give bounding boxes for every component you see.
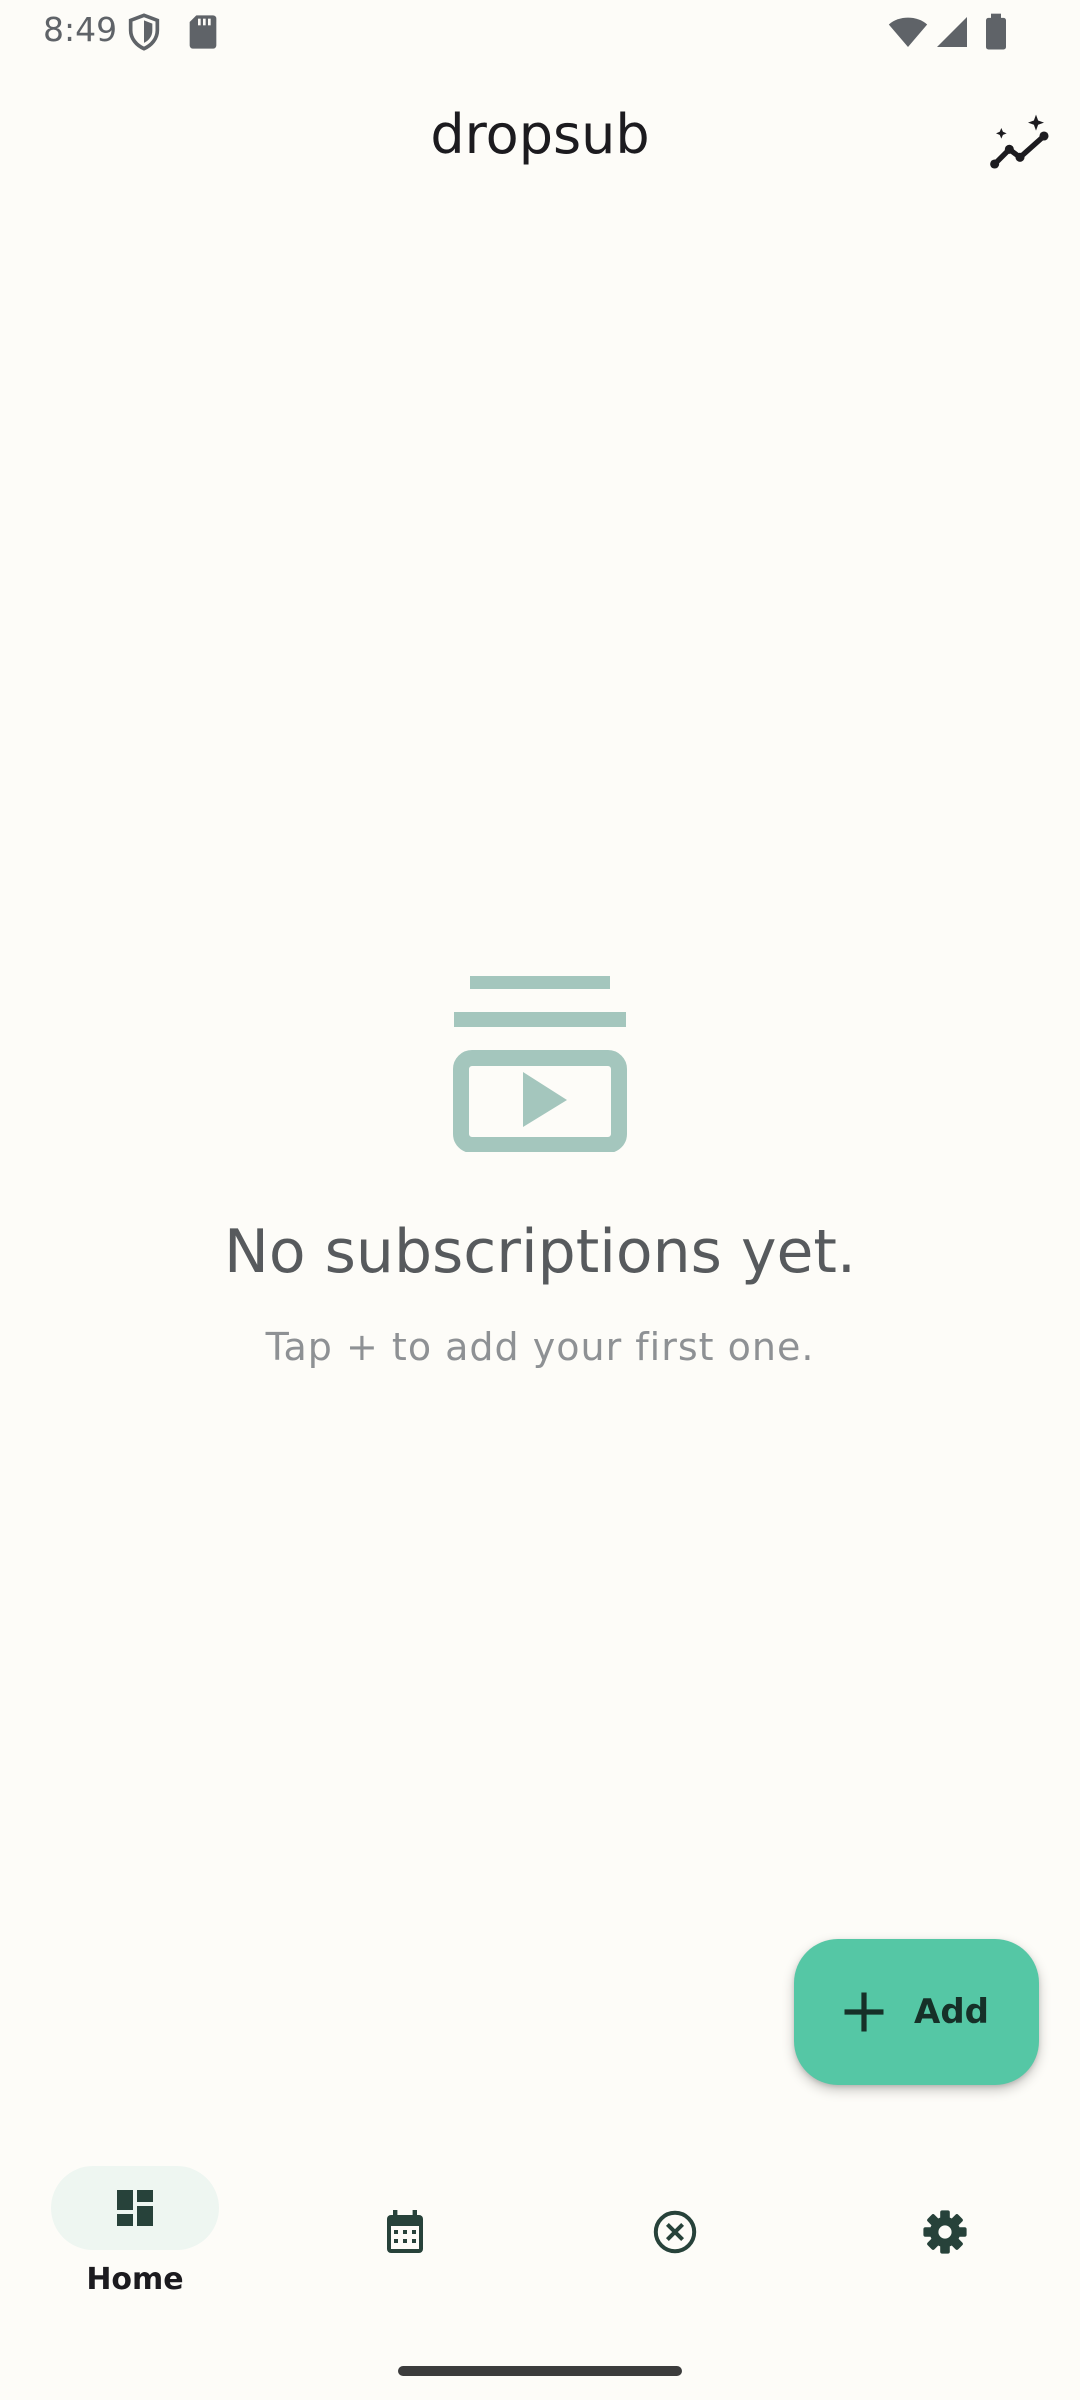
calendar-icon: [387, 2210, 423, 2253]
empty-state-subtitle: Tap + to add your first one.: [265, 1325, 815, 1369]
insights-button[interactable]: [972, 96, 1068, 192]
cellular-signal-icon: [937, 17, 967, 47]
add-button-label: Add: [914, 1992, 989, 2032]
add-subscription-button[interactable]: Add: [794, 1939, 1039, 2085]
subscriptions-icon: [453, 976, 627, 1152]
add-icon: [844, 1992, 884, 2032]
cancel-circle-icon: [653, 2210, 697, 2254]
gesture-handle[interactable]: [398, 2366, 682, 2376]
nav-label-home: Home: [86, 2262, 184, 2297]
settings-icon: [923, 2210, 967, 2254]
app-title: dropsub: [430, 103, 650, 166]
status-time: 8:49: [43, 10, 118, 49]
battery-icon: [986, 13, 1006, 50]
sd-card-icon: [189, 15, 217, 49]
nav-item-home[interactable]: Home: [0, 2140, 270, 2340]
wifi-icon: [888, 17, 928, 47]
nav-item-cancelled[interactable]: [540, 2140, 810, 2340]
status-bar: 8:49: [0, 0, 1080, 64]
nav-item-settings[interactable]: [810, 2140, 1080, 2340]
empty-state-title: No subscriptions yet.: [224, 1217, 856, 1287]
dashboard-icon: [117, 2190, 153, 2226]
bottom-navigation: Home: [0, 2140, 1080, 2340]
nav-item-calendar[interactable]: [270, 2140, 540, 2340]
insights-icon: [990, 114, 1049, 169]
shield-icon: [128, 13, 160, 51]
